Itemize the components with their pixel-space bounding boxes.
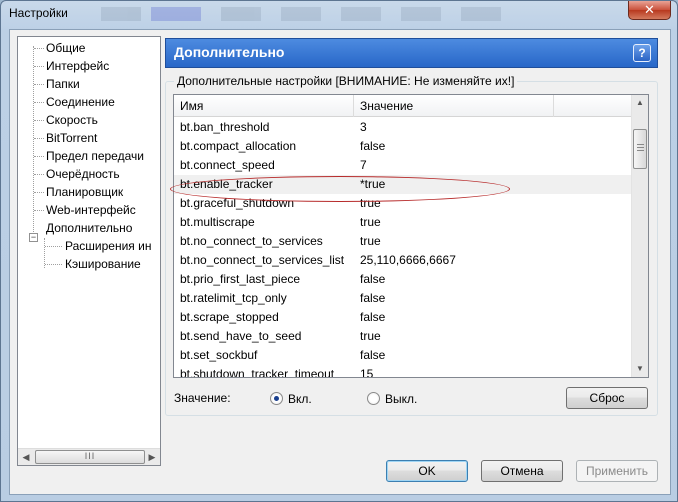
help-button[interactable]: ?: [633, 44, 651, 62]
sidebar-item[interactable]: Предел передачи: [46, 147, 144, 165]
column-header-empty: [554, 95, 632, 117]
table-row[interactable]: bt.shutdown_tracker_timeout 15: [174, 365, 632, 378]
sidebar-item[interactable]: Папки: [46, 75, 80, 93]
scroll-right-icon[interactable]: ▶: [144, 449, 160, 465]
row-name: bt.send_have_to_seed: [180, 329, 302, 343]
row-value: false: [360, 139, 386, 153]
sidebar-item[interactable]: Дополнительно: [46, 219, 132, 237]
window-title: Настройки: [9, 6, 68, 20]
row-value: 7: [360, 158, 367, 172]
row-name: bt.compact_allocation: [180, 139, 297, 153]
sidebar-item[interactable]: Скорость: [46, 111, 98, 129]
sidebar-item[interactable]: Web-интерфейс: [46, 201, 136, 219]
table-row[interactable]: bt.ratelimit_tcp_only false: [174, 289, 632, 308]
apply-button[interactable]: Применить: [576, 460, 658, 482]
table-row[interactable]: bt.ban_threshold 3: [174, 118, 632, 137]
settings-list[interactable]: Имя Значение bt.ban_threshold 3 bt.compact…: [173, 94, 649, 378]
list-vertical-scrollbar[interactable]: ▲ ▼: [631, 95, 648, 377]
panel-title: Дополнительно: [174, 44, 285, 60]
sidebar-item[interactable]: Общие: [46, 39, 85, 57]
sidebar-item[interactable]: Кэширование: [65, 255, 141, 273]
panel-header: Дополнительно ?: [165, 38, 658, 68]
tree-horizontal-scrollbar[interactable]: ◀ III ▶: [18, 448, 160, 465]
scroll-thumb[interactable]: III: [35, 450, 145, 464]
scroll-up-icon[interactable]: ▲: [632, 95, 648, 111]
row-value: 3: [360, 120, 367, 134]
row-name: bt.no_connect_to_services: [180, 234, 323, 248]
table-row[interactable]: bt.no_connect_to_services true: [174, 232, 632, 251]
row-value: 25,110,6666,6667: [360, 253, 456, 267]
table-row[interactable]: bt.send_have_to_seed true: [174, 327, 632, 346]
row-value: true: [360, 329, 381, 343]
close-button[interactable]: ✕: [628, 1, 671, 20]
sidebar-item[interactable]: Планировщик: [46, 183, 123, 201]
sidebar-item[interactable]: Соединение: [46, 93, 115, 111]
highlight-annotation: [170, 176, 510, 202]
scroll-down-icon[interactable]: ▼: [632, 361, 648, 377]
reset-button[interactable]: Сброс: [566, 387, 648, 409]
table-row[interactable]: bt.no_connect_to_services_list 25,110,666…: [174, 251, 632, 270]
row-name: bt.shutdown_tracker_timeout: [180, 367, 335, 378]
row-name: bt.set_sockbuf: [180, 348, 258, 362]
sidebar-item[interactable]: Интерфейс: [46, 57, 109, 75]
table-row[interactable]: bt.connect_speed 7: [174, 156, 632, 175]
background-window-blur: [101, 7, 521, 21]
list-header: Имя Значение: [174, 95, 632, 117]
cancel-button[interactable]: Отмена: [481, 460, 563, 482]
table-row[interactable]: bt.multiscrape true: [174, 213, 632, 232]
sidebar-item[interactable]: BitTorrent: [46, 129, 97, 147]
scroll-left-icon[interactable]: ◀: [18, 449, 34, 465]
row-name: bt.ban_threshold: [180, 120, 270, 134]
column-header-name[interactable]: Имя: [174, 95, 354, 117]
column-header-value[interactable]: Значение: [354, 95, 554, 117]
ok-button[interactable]: OK: [386, 460, 468, 482]
sidebar-item[interactable]: Расширения ин: [65, 237, 151, 255]
row-value: 15: [360, 367, 374, 378]
radio-on-circle[interactable]: [270, 392, 283, 405]
row-name: bt.connect_speed: [180, 158, 275, 172]
row-value: false: [360, 348, 386, 362]
row-name: bt.ratelimit_tcp_only: [180, 291, 287, 305]
group-label: Дополнительные настройки [ВНИМАНИЕ: Не и…: [174, 74, 518, 88]
row-name: bt.no_connect_to_services_list: [180, 253, 345, 267]
row-value: true: [360, 215, 381, 229]
value-label: Значение:: [174, 391, 231, 405]
table-row[interactable]: bt.set_sockbuf false: [174, 346, 632, 365]
collapse-icon[interactable]: −: [29, 233, 38, 242]
row-value: false: [360, 291, 386, 305]
table-row[interactable]: bt.scrape_stopped false: [174, 308, 632, 327]
table-row[interactable]: bt.prio_first_last_piece false: [174, 270, 632, 289]
row-name: bt.prio_first_last_piece: [180, 272, 301, 286]
table-row[interactable]: bt.compact_allocation false: [174, 137, 632, 156]
title-bar[interactable]: Настройки ✕: [1, 1, 677, 29]
settings-tree[interactable]: − ◀ III ▶ Общие Интерфейс Папки Соединение С…: [17, 36, 161, 466]
scroll-thumb[interactable]: [633, 129, 647, 169]
row-name: bt.multiscrape: [180, 215, 255, 229]
settings-window: Настройки ✕ − ◀ III ▶ Общие Интерфейс Папк…: [0, 0, 678, 502]
row-value: false: [360, 310, 386, 324]
row-name: bt.scrape_stopped: [180, 310, 279, 324]
row-value: false: [360, 272, 386, 286]
radio-off-circle[interactable]: [367, 392, 380, 405]
sidebar-item[interactable]: Очерёдность: [46, 165, 120, 183]
row-value: true: [360, 234, 381, 248]
dialog-client-area: − ◀ III ▶ Общие Интерфейс Папки Соединение С…: [9, 29, 671, 495]
